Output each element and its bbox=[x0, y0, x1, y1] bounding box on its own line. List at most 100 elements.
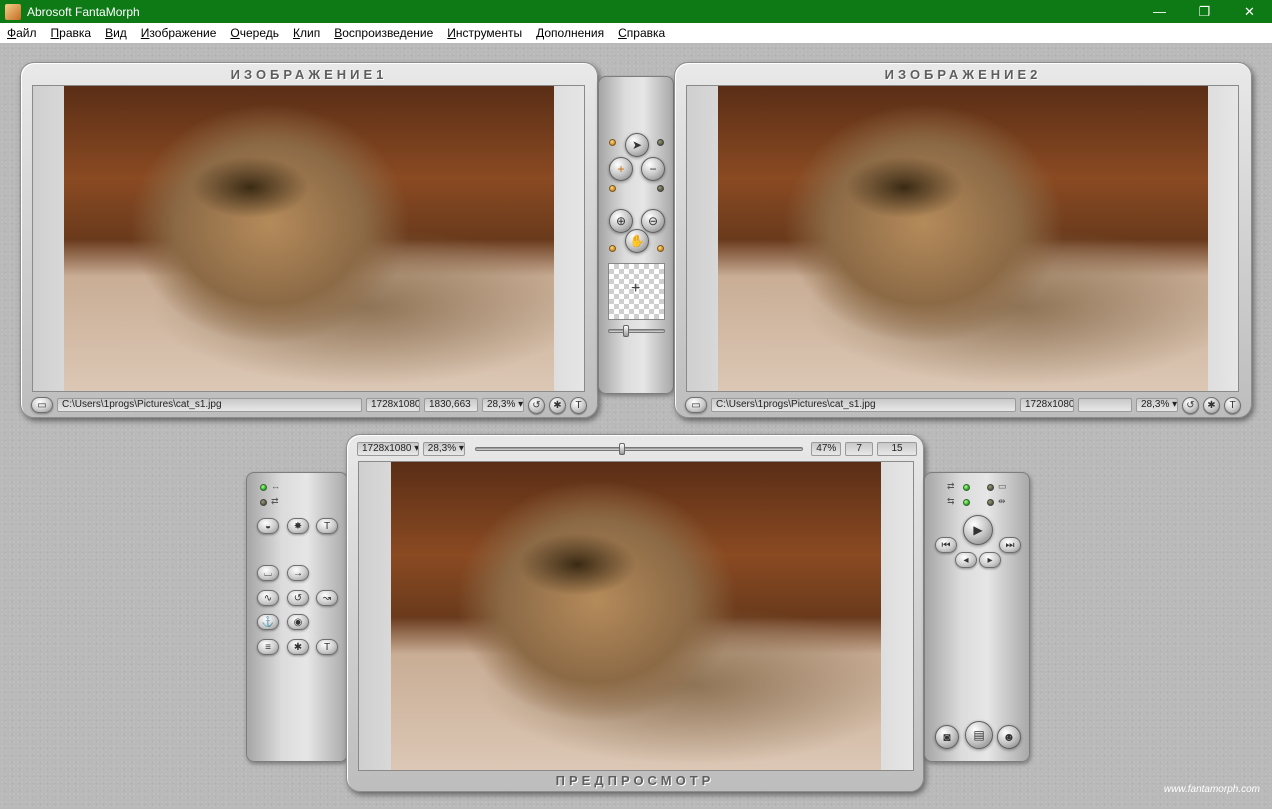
progress-percent: 47% bbox=[811, 442, 842, 456]
add-point-button[interactable]: + bbox=[609, 157, 633, 181]
image2-panel: ИЗОБРАЖЕНИЕ2 ▭ C:\Users\1progs\Pictures\… bbox=[674, 62, 1252, 418]
preview-zoom[interactable]: 28,3% ▾ bbox=[422, 442, 465, 456]
menu-clip[interactable]: Клип bbox=[286, 26, 327, 40]
edit-tools-strip: ➤ + − ⊕ ⊖ ✋ + bbox=[598, 76, 674, 394]
menu-view[interactable]: Вид bbox=[98, 26, 134, 40]
menu-queue[interactable]: Очередь bbox=[223, 26, 286, 40]
menu-bar: Файл Правка Вид Изображение Очередь Клип… bbox=[0, 23, 1272, 43]
play-icon: ▶ bbox=[973, 523, 983, 537]
eye-icon: ◉ bbox=[293, 616, 303, 628]
film-export-icon: ▤ bbox=[973, 728, 985, 742]
maximize-button[interactable]: ❐ bbox=[1182, 0, 1227, 23]
crosshair-icon: + bbox=[631, 280, 641, 297]
zoom-out-icon: ⊖ bbox=[647, 214, 659, 228]
image2-size: 1728x1080 bbox=[1020, 398, 1074, 412]
gear-icon: ✱ bbox=[553, 399, 562, 411]
image1-panel: ИЗОБРАЖЕНИЕ1 ▭ C:\Users\1progs\Pictures\… bbox=[20, 62, 598, 418]
effect-button-11[interactable]: ≡ bbox=[257, 639, 279, 655]
preview-panel: 1728x1080 ▾ 28,3% ▾ 47% 7 15 ПРЕДПРОСМОТ… bbox=[346, 434, 924, 792]
open-image1-button[interactable]: ▭ bbox=[31, 397, 53, 413]
image2-settings-button[interactable]: ✱ bbox=[1203, 396, 1220, 414]
image2-viewport[interactable] bbox=[686, 85, 1239, 392]
total-frames[interactable]: 15 bbox=[877, 442, 917, 456]
minimize-button[interactable]: — bbox=[1137, 0, 1182, 23]
pan-tool-button[interactable]: ✋ bbox=[625, 229, 649, 253]
close-button[interactable]: ✕ bbox=[1227, 0, 1272, 23]
effect-button-8[interactable]: ↝ bbox=[316, 590, 338, 606]
anchor-icon: ⚓ bbox=[261, 616, 275, 628]
effect-button-10[interactable]: ◉ bbox=[287, 614, 309, 630]
image2-text-button[interactable]: T bbox=[1224, 396, 1241, 414]
chevron-down-icon: ▾ bbox=[458, 443, 464, 454]
open-image2-button[interactable]: ▭ bbox=[685, 397, 707, 413]
thumb-zoom-slider[interactable] bbox=[608, 329, 665, 333]
image1-size: 1728x1080 bbox=[366, 398, 420, 412]
effect-button-1[interactable]: ◒ bbox=[257, 518, 279, 534]
website-link[interactable]: www.fantamorph.com bbox=[1164, 784, 1260, 795]
image2-zoom[interactable]: 28,3% ▾ bbox=[1136, 398, 1178, 412]
export-movie-button[interactable]: ▤ bbox=[965, 721, 993, 749]
menu-help[interactable]: Справка bbox=[611, 26, 672, 40]
zoom-out-button[interactable]: ⊖ bbox=[641, 209, 665, 233]
timeline-slider[interactable] bbox=[474, 447, 803, 451]
zoom-in-button[interactable]: ⊕ bbox=[609, 209, 633, 233]
effect-button-4[interactable]: ⌴ bbox=[257, 565, 279, 581]
play-button[interactable]: ▶ bbox=[963, 515, 993, 545]
effect-button-12[interactable]: ✱ bbox=[287, 639, 309, 655]
effect-button-5[interactable]: → bbox=[287, 565, 309, 581]
preview-viewport[interactable] bbox=[358, 461, 914, 771]
image1-rotate-button[interactable]: ↺ bbox=[528, 396, 545, 414]
export-user-button[interactable]: ☻ bbox=[997, 725, 1021, 749]
image1-photo bbox=[64, 86, 554, 391]
image2-rotate-button[interactable]: ↺ bbox=[1182, 396, 1199, 414]
skip-back-icon: ⏮ bbox=[941, 539, 951, 551]
image2-photo bbox=[718, 86, 1208, 391]
effect-button-6[interactable]: ∿ bbox=[257, 590, 279, 606]
plus-icon: + bbox=[617, 162, 625, 176]
last-frame-button[interactable]: ⏭ bbox=[999, 537, 1021, 553]
menu-edit[interactable]: Правка bbox=[44, 26, 99, 40]
split-icon: ⇹ bbox=[998, 496, 1006, 506]
swap-icon: ⇄ bbox=[271, 496, 279, 506]
star-icon: ✸ bbox=[293, 520, 303, 532]
wave-icon: ∿ bbox=[263, 592, 273, 604]
folder-icon: ▭ bbox=[37, 399, 47, 411]
chevron-down-icon: ▾ bbox=[414, 443, 418, 454]
remove-point-button[interactable]: − bbox=[641, 157, 665, 181]
preview-size[interactable]: 1728x1080 ▾ bbox=[357, 442, 419, 456]
effect-button-9[interactable]: ⚓ bbox=[257, 614, 279, 630]
image1-zoom[interactable]: 28,3% ▾ bbox=[482, 398, 524, 412]
preview-size-value: 1728x1080 bbox=[362, 443, 412, 454]
loop-icon: ⇄ bbox=[947, 481, 955, 491]
effect-button-2[interactable]: ✸ bbox=[287, 518, 309, 534]
prev-frame-button[interactable]: ◂ bbox=[955, 552, 977, 568]
zoom-in-icon: ⊕ bbox=[615, 214, 627, 228]
title-bar: Abrosoft FantaMorph — ❐ ✕ bbox=[0, 0, 1272, 23]
preview-thumbnail: + bbox=[608, 263, 665, 320]
user-icon: ☻ bbox=[1002, 730, 1016, 744]
menu-tools[interactable]: Инструменты bbox=[440, 26, 529, 40]
first-frame-button[interactable]: ⏮ bbox=[935, 537, 957, 553]
layers-icon: ≡ bbox=[265, 641, 271, 653]
image1-path: C:\Users\1progs\Pictures\cat_s1.jpg bbox=[57, 398, 362, 412]
menu-playback[interactable]: Воспроизведение bbox=[327, 26, 440, 40]
menu-file[interactable]: Файл bbox=[0, 26, 44, 40]
timeline-slider-thumb[interactable] bbox=[618, 443, 625, 455]
effect-button-3[interactable]: T bbox=[316, 518, 338, 534]
text-icon: T bbox=[1229, 399, 1236, 411]
effects-strip: ↔ ⇄ ◒ ✸ T ⌴ → ∿ ↺ ↝ ⚓ ◉ ≡ ✱ T bbox=[246, 472, 348, 762]
image1-viewport[interactable] bbox=[32, 85, 585, 392]
effect-button-13[interactable]: T bbox=[316, 639, 338, 655]
image1-text-button[interactable]: T bbox=[570, 396, 587, 414]
thumb-zoom-slider-thumb[interactable] bbox=[623, 325, 629, 337]
menu-addons[interactable]: Дополнения bbox=[529, 26, 611, 40]
current-frame[interactable]: 7 bbox=[845, 442, 874, 456]
select-tool-button[interactable]: ➤ bbox=[625, 133, 649, 157]
window-title: Abrosoft FantaMorph bbox=[27, 4, 140, 19]
snapshot-button[interactable]: ◙ bbox=[935, 725, 959, 749]
menu-image[interactable]: Изображение bbox=[134, 26, 224, 40]
effect-button-7[interactable]: ↺ bbox=[287, 590, 309, 606]
preview-photo bbox=[391, 462, 881, 770]
next-frame-button[interactable]: ▸ bbox=[979, 552, 1001, 568]
image1-settings-button[interactable]: ✱ bbox=[549, 396, 566, 414]
